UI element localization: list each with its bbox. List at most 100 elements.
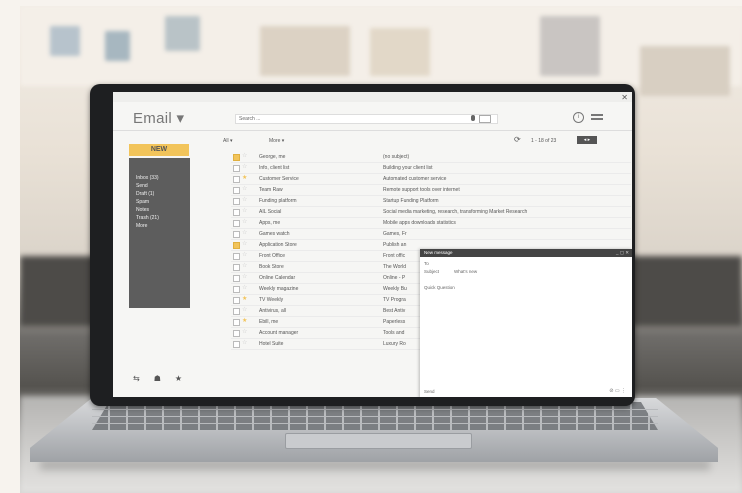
- info-icon[interactable]: i: [573, 112, 584, 123]
- email-subject: Publish an: [383, 242, 407, 248]
- star-icon[interactable]: ★: [242, 174, 247, 181]
- star-icon[interactable]: ☆: [242, 306, 247, 313]
- email-subject: Startup Funding Platform: [383, 198, 439, 204]
- background-window: [50, 26, 80, 56]
- window-titlebar: ✕: [113, 92, 632, 102]
- settings-icon[interactable]: ⇆: [133, 374, 140, 384]
- row-checkbox[interactable]: [233, 209, 240, 216]
- row-checkbox[interactable]: [233, 264, 240, 271]
- star-icon[interactable]: ★: [242, 317, 247, 324]
- row-checkbox[interactable]: [233, 187, 240, 194]
- star-icon[interactable]: ☆: [242, 240, 247, 247]
- star-icon[interactable]: ☆: [242, 218, 247, 225]
- background-window: [260, 26, 350, 76]
- star-icon[interactable]: ☆: [242, 262, 247, 269]
- email-subject: Building your client list: [383, 165, 433, 171]
- row-checkbox[interactable]: [233, 176, 240, 183]
- sidebar-item-send[interactable]: Send: [136, 183, 148, 189]
- email-subject: Social media marketing, research, transf…: [383, 209, 528, 215]
- refresh-icon[interactable]: ⟳: [514, 135, 521, 144]
- keyboard-row: [92, 409, 658, 410]
- row-checkbox[interactable]: [233, 242, 240, 249]
- page-nav-buttons[interactable]: ◂ ▸: [577, 136, 597, 144]
- subject-field-label: Subject: [424, 269, 440, 274]
- compose-header: New message _ ▢ ✕: [420, 249, 632, 257]
- trackpad: [285, 433, 472, 449]
- keyboard-icon[interactable]: [479, 115, 491, 123]
- sidebar-item-notes[interactable]: Notes: [136, 207, 149, 213]
- star-icon[interactable]: ☆: [242, 328, 247, 335]
- email-subject: Paperless: [383, 319, 406, 325]
- sidebar-item-more[interactable]: More: [136, 223, 147, 229]
- star-icon[interactable]: ☆: [242, 163, 247, 170]
- star-icon[interactable]: ☆: [242, 229, 247, 236]
- email-sender: Book Store: [259, 264, 284, 270]
- star-icon[interactable]: ☆: [242, 339, 247, 346]
- sidebar: Inbox (33) Send Draft (1) Spam Notes Tra…: [129, 158, 190, 308]
- star-icon[interactable]: ☆: [242, 273, 247, 280]
- message-body[interactable]: Quick Question: [424, 285, 455, 290]
- email-sender: Customer Service: [259, 176, 299, 182]
- email-sender: Team Raw: [259, 187, 283, 193]
- close-icon[interactable]: ✕: [621, 93, 628, 102]
- sidebar-item-draft[interactable]: Draft (1): [136, 191, 154, 197]
- row-checkbox[interactable]: [233, 198, 240, 205]
- row-checkbox[interactable]: [233, 297, 240, 304]
- email-sender: Antivirus, all: [259, 308, 286, 314]
- email-subject: Best Antiv: [383, 308, 406, 314]
- send-button[interactable]: Send: [424, 389, 435, 394]
- chevron-down-icon[interactable]: ▾: [176, 110, 184, 127]
- to-field[interactable]: To: [424, 261, 429, 266]
- email-subject: The World: [383, 264, 406, 270]
- subject-field[interactable]: What's new: [454, 269, 477, 274]
- new-button[interactable]: NEW: [129, 144, 189, 156]
- compose-window[interactable]: New message _ ▢ ✕ To Subject What's new …: [420, 249, 632, 397]
- email-sender: Info, client list: [259, 165, 290, 171]
- star-icon[interactable]: ☆: [242, 196, 247, 203]
- email-sender: Weekly magazine: [259, 286, 299, 292]
- email-subject: Remote support tools over internet: [383, 187, 460, 193]
- row-checkbox[interactable]: [233, 154, 240, 161]
- row-checkbox[interactable]: [233, 341, 240, 348]
- sidebar-item-inbox[interactable]: Inbox (33): [136, 175, 159, 181]
- row-checkbox[interactable]: [233, 220, 240, 227]
- row-checkbox[interactable]: [233, 165, 240, 172]
- email-sender: Ebill, me: [259, 319, 279, 325]
- row-checkbox[interactable]: [233, 231, 240, 238]
- attach-icon[interactable]: ⊘ ▭ ⋮: [609, 388, 626, 394]
- star-icon[interactable]: ☆: [242, 207, 247, 214]
- contacts-icon[interactable]: ☗: [154, 374, 161, 384]
- more-dropdown[interactable]: More ▾: [269, 138, 284, 144]
- star-icon[interactable]: ☆: [242, 185, 247, 192]
- star-icon[interactable]: ☆: [242, 251, 247, 258]
- email-subject: Tools and: [383, 330, 405, 336]
- keyboard-row: [92, 416, 658, 417]
- star-icon[interactable]: ★: [175, 374, 182, 384]
- star-icon[interactable]: ★: [242, 295, 247, 302]
- select-all-dropdown[interactable]: All ▾: [223, 138, 232, 144]
- email-sender: TV Weekly: [259, 297, 284, 303]
- search-input[interactable]: Search ...: [235, 114, 498, 124]
- star-icon[interactable]: ☆: [242, 284, 247, 291]
- email-subject: Automated customer service: [383, 176, 447, 182]
- laptop-screen: ✕ Email ▾ Search ... i NEW Inbox (33) Se…: [113, 92, 632, 397]
- email-sender: Front Office: [259, 253, 286, 259]
- row-checkbox[interactable]: [233, 286, 240, 293]
- sidebar-item-spam[interactable]: Spam: [136, 199, 149, 205]
- email-subject: Luxury Ro: [383, 341, 406, 347]
- row-checkbox[interactable]: [233, 330, 240, 337]
- app-logo[interactable]: Email ▾: [133, 109, 184, 127]
- email-sender: Funding platform: [259, 198, 297, 204]
- sidebar-item-trash[interactable]: Trash (21): [136, 215, 159, 221]
- menu-icon[interactable]: [591, 114, 603, 120]
- keyboard-row: [92, 423, 658, 424]
- microphone-icon[interactable]: [471, 115, 475, 121]
- star-icon[interactable]: ☆: [242, 152, 247, 159]
- background-window: [540, 16, 600, 76]
- row-checkbox[interactable]: [233, 275, 240, 282]
- row-checkbox[interactable]: [233, 253, 240, 260]
- row-checkbox[interactable]: [233, 319, 240, 326]
- row-checkbox[interactable]: [233, 308, 240, 315]
- email-subject: Games, Fr: [383, 231, 407, 237]
- compose-window-controls[interactable]: _ ▢ ✕: [612, 249, 629, 257]
